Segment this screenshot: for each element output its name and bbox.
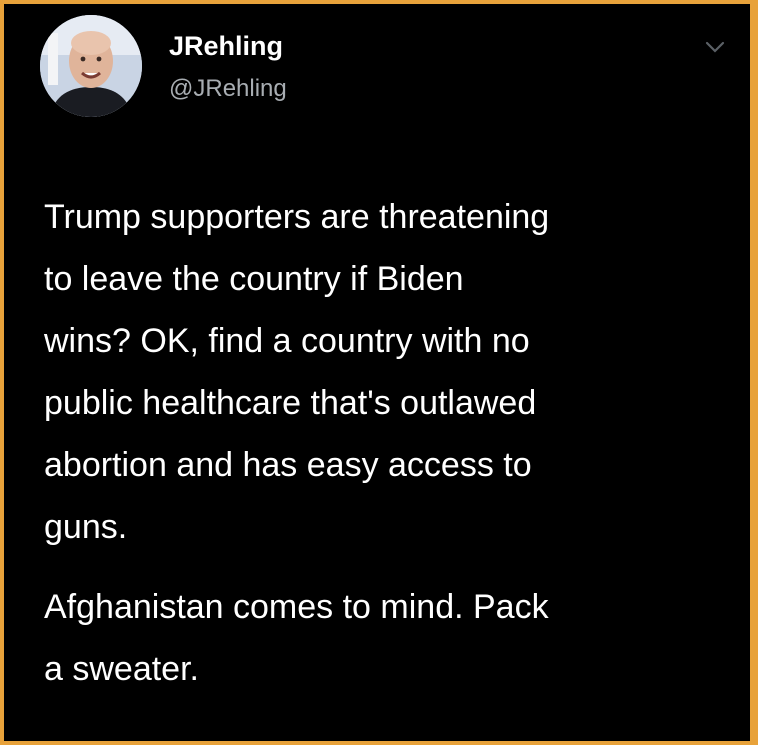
chevron-down-icon[interactable] [704, 39, 726, 55]
profile-photo-icon [40, 15, 142, 117]
tweet-card: JRehling @JRehling Trump supporters are … [4, 4, 750, 741]
author-name[interactable]: JRehling [169, 30, 283, 62]
avatar[interactable] [40, 15, 142, 117]
tweet-paragraph: Afghanistan comes to mind. Pack a sweate… [44, 588, 549, 688]
tweet-paragraph: Trump supporters are threatening to leav… [44, 198, 550, 546]
tweet-text: Trump supporters are threatening to leav… [44, 186, 734, 700]
author-handle[interactable]: @JRehling [169, 74, 287, 104]
